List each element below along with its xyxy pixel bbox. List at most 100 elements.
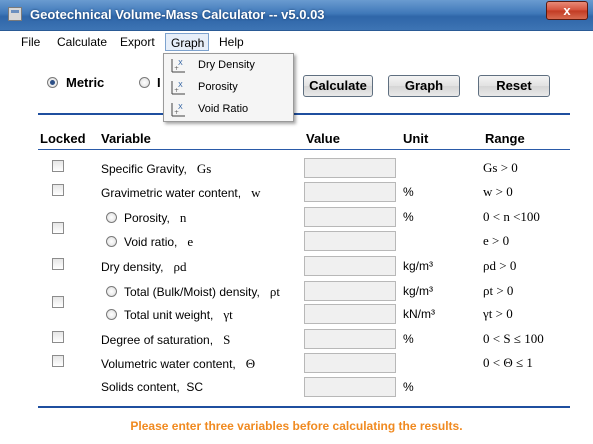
value-input-total-density[interactable] (304, 281, 396, 301)
variable-text: Gravimetric water content, (101, 186, 242, 200)
unit-label: % (403, 210, 414, 224)
unit-weight-radio[interactable] (106, 309, 117, 320)
header-unit: Unit (403, 131, 429, 146)
variable-symbol: γt (223, 307, 233, 322)
void-ratio-radio[interactable] (106, 236, 117, 247)
xy-graph-icon: X + (171, 103, 185, 117)
instruction-message: Please enter three variables before calc… (130, 419, 463, 433)
header-locked: Locked (40, 131, 86, 146)
variable-text: Dry density, (101, 260, 164, 274)
menu-calculate[interactable]: Calculate (52, 33, 112, 51)
svg-text:+: + (174, 87, 179, 94)
xy-graph-icon: X + (171, 81, 185, 95)
variable-text: Porosity, (124, 211, 170, 225)
bottom-divider (38, 406, 570, 408)
header-variable: Variable (101, 131, 151, 146)
menu-graph[interactable]: Graph (165, 33, 209, 51)
graph-menu-item-void-ratio[interactable]: X + Void Ratio (164, 99, 293, 121)
variable-symbol: ρd (173, 259, 187, 274)
range-label: Gs > 0 (483, 160, 518, 175)
range-label: 0 < n <100 (483, 209, 540, 224)
graph-menu-label: Dry Density (198, 59, 255, 71)
window-title: Geotechnical Volume-Mass Calculator -- v… (30, 7, 325, 22)
value-input-dry-density[interactable] (304, 256, 396, 276)
header-range: Range (485, 131, 525, 146)
total-density-radio[interactable] (106, 286, 117, 297)
unit-label: kg/m³ (403, 259, 433, 273)
imperial-radio[interactable] (139, 77, 150, 88)
variable-label: Degree of saturation, S (101, 332, 230, 348)
range-label: 0 < Θ ≤ 1 (483, 355, 533, 370)
range-label: w > 0 (483, 184, 513, 199)
variable-label: Void ratio, e (124, 234, 193, 250)
unit-label: kg/m³ (403, 284, 433, 298)
close-button[interactable]: x (546, 1, 588, 20)
variable-symbol: w (251, 185, 261, 200)
graph-menu-dropdown: X + Dry Density X + Porosity X + Void Ra… (163, 53, 294, 122)
variable-text: Total (Bulk/Moist) density, (124, 285, 260, 299)
svg-text:+: + (174, 109, 179, 116)
variable-label: Total unit weight, γt (124, 307, 233, 323)
lock-checkbox-specific-gravity[interactable] (52, 160, 64, 172)
variable-label: Specific Gravity, Gs (101, 161, 211, 177)
variable-symbol: e (187, 234, 194, 249)
unit-label: % (403, 185, 414, 199)
lock-checkbox-porosity-void-ratio[interactable] (52, 222, 64, 234)
value-input-porosity[interactable] (304, 207, 396, 227)
variable-text: Degree of saturation, (101, 333, 214, 347)
divider (38, 113, 570, 115)
range-label: ρd > 0 (483, 258, 517, 273)
range-label: ρt > 0 (483, 283, 514, 298)
value-input-void-ratio[interactable] (304, 231, 396, 251)
calculate-button[interactable]: Calculate (303, 75, 373, 97)
menu-export[interactable]: Export (115, 33, 160, 51)
header-value: Value (306, 131, 340, 146)
xy-graph-icon: X + (171, 59, 185, 73)
unit-label: % (403, 332, 414, 346)
value-input-water-content[interactable] (304, 182, 396, 202)
variable-symbol: Θ (245, 356, 256, 371)
metric-label: Metric (66, 75, 105, 90)
value-input-volumetric-water[interactable] (304, 353, 396, 373)
value-input-specific-gravity[interactable] (304, 158, 396, 178)
lock-checkbox-dry-density[interactable] (52, 258, 64, 270)
variable-text: Volumetric water content, (101, 357, 236, 371)
value-input-unit-weight[interactable] (304, 304, 396, 324)
lock-checkbox-saturation[interactable] (52, 331, 64, 343)
graph-menu-item-dry-density[interactable]: X + Dry Density (164, 55, 293, 77)
variable-text: Solids content, (101, 380, 180, 394)
variable-symbol: ρt (269, 284, 280, 299)
unit-label: kN/m³ (403, 307, 435, 321)
range-label: 0 < S ≤ 100 (483, 331, 544, 346)
variable-label: Gravimetric water content, w (101, 185, 260, 201)
variable-label: Dry density, ρd (101, 259, 186, 275)
value-input-solids-content[interactable] (304, 377, 396, 397)
svg-text:+: + (174, 65, 179, 72)
variable-label: Total (Bulk/Moist) density, ρt (124, 284, 280, 300)
graph-button[interactable]: Graph (388, 75, 460, 97)
variable-symbol: Gs (196, 161, 212, 176)
porosity-radio[interactable] (106, 212, 117, 223)
variable-label: Volumetric water content, Θ (101, 356, 255, 372)
graph-menu-label: Porosity (198, 81, 238, 93)
variable-label: Porosity, n (124, 210, 186, 226)
lock-checkbox-volumetric-water[interactable] (52, 355, 64, 367)
metric-radio[interactable] (47, 77, 58, 88)
graph-menu-item-porosity[interactable]: X + Porosity (164, 77, 293, 99)
variable-text: Specific Gravity, (101, 162, 187, 176)
range-label: γt > 0 (483, 306, 513, 321)
value-input-saturation[interactable] (304, 329, 396, 349)
range-label: e > 0 (483, 233, 510, 248)
variable-text: Total unit weight, (124, 308, 214, 322)
menu-bar: File Calculate Export Graph Help (0, 31, 593, 53)
lock-checkbox-total-density-unit-weight[interactable] (52, 296, 64, 308)
lock-checkbox-water-content[interactable] (52, 184, 64, 196)
reset-button[interactable]: Reset (478, 75, 550, 97)
graph-menu-label: Void Ratio (198, 103, 249, 115)
variable-symbol: SC (186, 380, 204, 394)
variable-symbol: n (179, 210, 187, 225)
app-icon (8, 7, 22, 21)
variable-symbol: S (223, 332, 231, 347)
menu-help[interactable]: Help (214, 33, 249, 51)
menu-file[interactable]: File (16, 33, 45, 51)
